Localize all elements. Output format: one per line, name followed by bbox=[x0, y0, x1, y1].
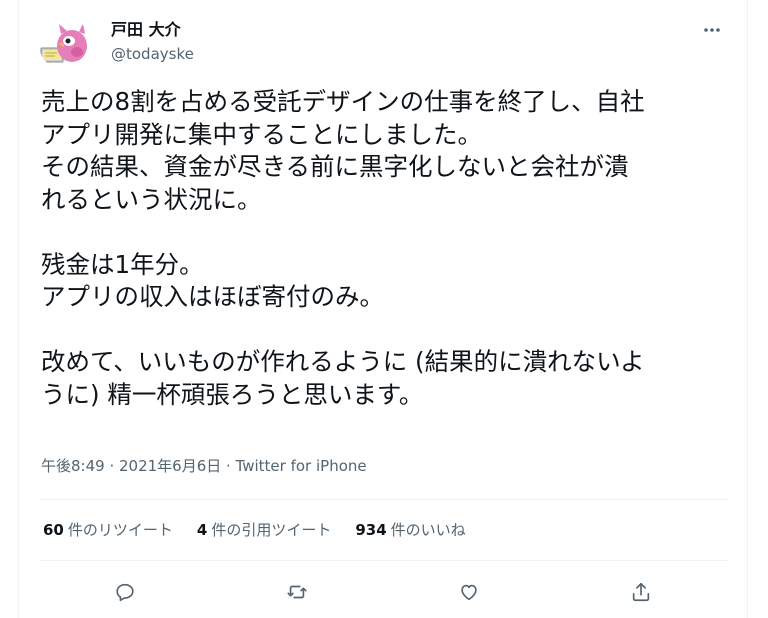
likes-count: 934 bbox=[355, 521, 387, 539]
more-button[interactable] bbox=[695, 18, 729, 42]
reply-button[interactable] bbox=[107, 574, 143, 610]
display-name[interactable]: 戸田 大介 bbox=[111, 20, 194, 40]
reply-icon bbox=[116, 583, 134, 602]
likes-label: 件のいいね bbox=[390, 521, 466, 539]
quotes-count: 4 bbox=[196, 521, 208, 539]
more-icon bbox=[704, 28, 720, 32]
retweets-count: 60 bbox=[43, 521, 64, 539]
like-button[interactable] bbox=[451, 574, 487, 610]
quotes-label: 件の引用ツイート bbox=[211, 521, 332, 539]
retweets-stat[interactable]: 60 件のリツイート bbox=[43, 520, 173, 540]
tweet-card: 戸田 大介 @todayske 売上の8割を占める受託デザインの仕事を終了し、自… bbox=[18, 0, 748, 618]
quotes-stat[interactable]: 4 件の引用ツイート bbox=[197, 520, 331, 540]
heart-icon bbox=[461, 584, 477, 601]
tweet-actions bbox=[39, 574, 729, 610]
pink-bird-avatar-icon bbox=[40, 23, 87, 63]
divider-bottom bbox=[39, 560, 729, 561]
likes-stat[interactable]: 934 件のいいね bbox=[355, 520, 465, 540]
tweet-header: 戸田 大介 @todayske bbox=[39, 18, 729, 70]
user-handle[interactable]: @todayske bbox=[111, 44, 194, 64]
share-icon bbox=[632, 582, 650, 602]
tweet-stats: 60 件のリツイート 4 件の引用ツイート 934 件のいいね bbox=[43, 520, 466, 540]
avatar[interactable] bbox=[39, 18, 91, 70]
divider-top bbox=[39, 499, 729, 500]
tweet-meta[interactable]: 午後8:49 · 2021年6月6日 · Twitter for iPhone bbox=[41, 456, 367, 476]
user-names: 戸田 大介 @todayske bbox=[111, 20, 194, 64]
retweets-label: 件のリツイート bbox=[67, 521, 173, 539]
retweet-button[interactable] bbox=[279, 574, 315, 610]
share-button[interactable] bbox=[623, 574, 659, 610]
tweet-text: 売上の8割を占める受託デザインの仕事を終了し、自社 アプリ開発に集中することにし… bbox=[41, 87, 645, 409]
retweet-icon bbox=[287, 585, 307, 599]
